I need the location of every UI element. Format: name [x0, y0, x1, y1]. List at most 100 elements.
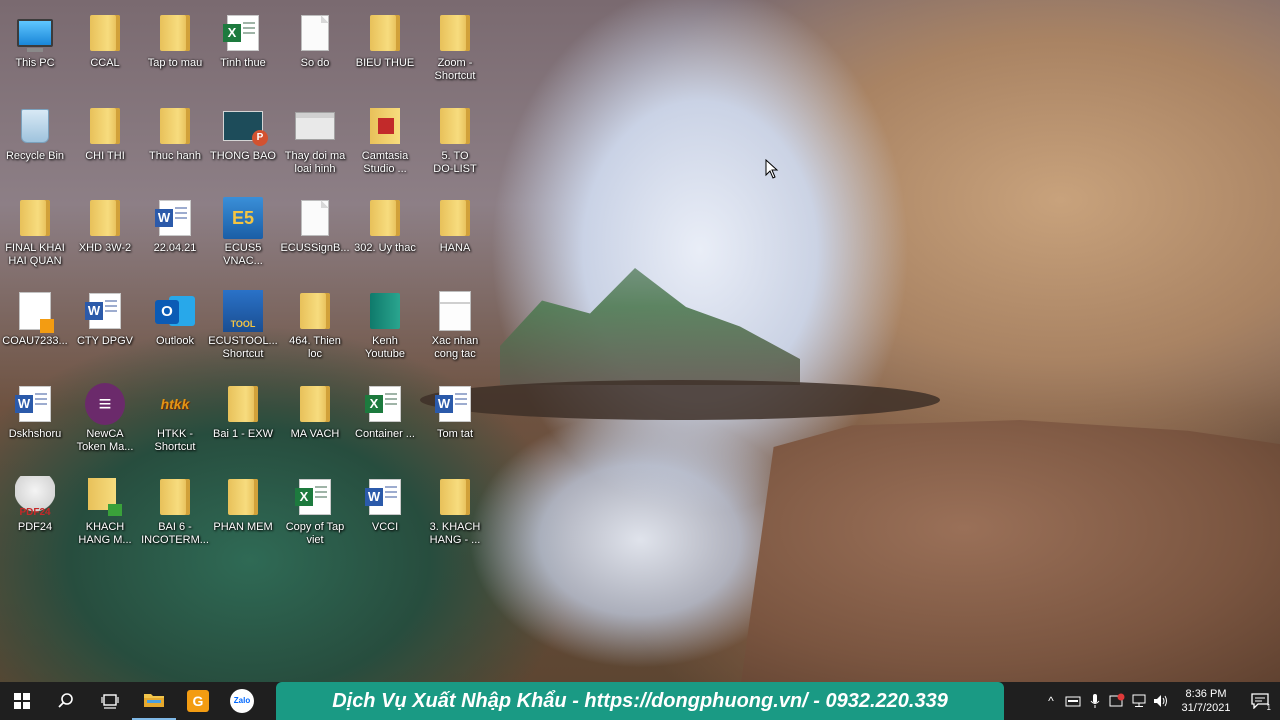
microphone-button[interactable]: [1084, 682, 1106, 720]
excel-file-icon: X: [295, 476, 335, 518]
desktop-icon[interactable]: ECUSSignB...: [280, 191, 350, 277]
word-file-icon: W: [15, 383, 55, 425]
desktop-icon[interactable]: BAI 6 - INCOTERM...: [140, 470, 210, 556]
desktop-icon[interactable]: 302. Uy thac: [350, 191, 420, 277]
input-indicator[interactable]: [1062, 682, 1084, 720]
start-button[interactable]: [0, 682, 44, 720]
desktop-icon[interactable]: X Container ...: [350, 377, 420, 463]
desktop-icon[interactable]: X Tinh thue: [208, 6, 278, 92]
desktop-icon[interactable]: htkk HTKK - Shortcut: [140, 377, 210, 463]
desktop-icon-label: Recycle Bin: [5, 150, 65, 162]
desktop-icon[interactable]: PHAN MEM: [208, 470, 278, 556]
camtasia-folder-icon: [365, 105, 405, 147]
desktop-icon-label: MA VACH: [290, 428, 340, 440]
volume-button[interactable]: [1150, 682, 1172, 720]
network-button[interactable]: [1128, 682, 1150, 720]
folder-icon: [223, 383, 263, 425]
htkk-app-icon: htkk: [160, 396, 190, 412]
folder-icon: [295, 290, 335, 332]
zalo-button[interactable]: Zalo: [220, 682, 264, 720]
desktop-icon[interactable]: Thuc hanh: [140, 99, 210, 185]
desktop-icon[interactable]: HANA: [420, 191, 490, 277]
ecus-app-icon: E5: [223, 197, 263, 239]
desktop-icon[interactable]: MA VACH: [280, 377, 350, 463]
folder-icon: [435, 476, 475, 518]
desktop-icon-label: HANA: [439, 242, 471, 254]
desktop-icon-label: CTY DPGV: [76, 335, 134, 347]
desktop-icon[interactable]: 464. Thien loc: [280, 284, 350, 370]
desktop-icon[interactable]: ≡ NewCA Token Ma...: [70, 377, 140, 463]
promo-banner: Dịch Vụ Xuất Nhập Khẩu - https://dongphu…: [276, 682, 1004, 720]
desktop-icon[interactable]: X Copy of Tap viet: [280, 470, 350, 556]
desktop-icon[interactable]: So do: [280, 6, 350, 92]
speaker-icon: [1154, 695, 1167, 707]
desktop-icon[interactable]: W CTY DPGV: [70, 284, 140, 370]
show-hidden-icons-button[interactable]: ^: [1040, 682, 1062, 720]
recycle-bin-icon: [15, 105, 55, 147]
desktop-icon[interactable]: THONG BAO: [208, 99, 278, 185]
folder-icon: [365, 197, 405, 239]
keyboard-icon: [1065, 696, 1081, 707]
desktop-icon[interactable]: TOOL ECUSTOOL... Shortcut: [208, 284, 278, 370]
desktop-icon[interactable]: COAU7233...: [0, 284, 70, 370]
security-alert-button[interactable]: [1106, 682, 1128, 720]
search-button[interactable]: [44, 682, 88, 720]
clock[interactable]: 8:36 PM 31/7/2021: [1172, 687, 1240, 715]
desktop-icon-label: BIEU THUE: [355, 57, 415, 69]
desktop-icon-label: Dskhshoru: [8, 428, 62, 440]
folder-icon: [85, 197, 125, 239]
desktop-icon[interactable]: Recycle Bin: [0, 99, 70, 185]
folder-icon: [435, 12, 475, 54]
desktop-icon-label: ECUSTOOL... Shortcut: [208, 335, 278, 360]
desktop-icon[interactable]: 3. KHACH HANG - ...: [420, 470, 490, 556]
mouse-cursor-icon: [765, 159, 779, 179]
desktop-icon-label: THONG BAO: [209, 150, 276, 162]
desktop-icon[interactable]: 5. TO DO-LIST: [420, 99, 490, 185]
desktop-icon[interactable]: CCAL: [70, 6, 140, 92]
desktop-icon[interactable]: XHD 3W-2: [70, 191, 140, 277]
desktop-icon-label: COAU7233...: [2, 335, 68, 347]
task-view-button[interactable]: [88, 682, 132, 720]
search-icon: [58, 693, 73, 708]
desktop-icon-label: Outlook: [156, 335, 194, 347]
desktop-icon-label: Tap to mau: [147, 57, 203, 69]
desktop-icon[interactable]: Zoom - Shortcut: [420, 6, 490, 92]
desktop-icon[interactable]: Kenh Youtube: [350, 284, 420, 370]
desktop-icon[interactable]: FINAL KHAI HAI QUAN: [0, 191, 70, 277]
system-tray: ^ 8:36 PM 31/7/2021 1: [1040, 682, 1280, 720]
teal-folder-icon: [365, 290, 405, 332]
ecustool-app-icon: TOOL: [223, 290, 263, 332]
pdf24-icon: PDF24: [15, 476, 55, 518]
folder-icon: [435, 105, 475, 147]
word-file-icon: W: [435, 383, 475, 425]
desktop-icon[interactable]: Tap to mau: [140, 6, 210, 92]
desktop-icon[interactable]: W Dskhshoru: [0, 377, 70, 463]
desktop-icon-label: KHACH HANG M...: [78, 521, 132, 546]
desktop-icon-label: BAI 6 - INCOTERM...: [141, 521, 209, 546]
desktop-icon[interactable]: KHACH HANG M...: [70, 470, 140, 556]
desktop-icon[interactable]: CHI THI: [70, 99, 140, 185]
desktop-icon[interactable]: BIEU THUE: [350, 6, 420, 92]
desktop-icon-label: NewCA Token Ma...: [76, 428, 134, 453]
desktop-icon[interactable]: E5 ECUS5 VNAC...: [208, 191, 278, 277]
desktop-icon[interactable]: W VCCI: [350, 470, 420, 556]
desktop-icon-label: Thay doi ma loai hinh: [284, 150, 346, 175]
desktop-icon[interactable]: Thay doi ma loai hinh: [280, 99, 350, 185]
desktop-icon[interactable]: Bai 1 - EXW: [208, 377, 278, 463]
desktop-icon-label: Tinh thue: [220, 57, 266, 69]
desktop-icon-label: ECUS5 VNAC...: [223, 242, 263, 267]
desktop-icon[interactable]: PDF24 PDF24: [0, 470, 70, 556]
desktop-icon-label: Thuc hanh: [149, 150, 201, 162]
action-center-button[interactable]: 1: [1240, 682, 1280, 720]
desktop-icon[interactable]: This PC: [0, 6, 70, 92]
desktop-icon[interactable]: Xac nhan cong tac: [420, 284, 490, 370]
desktop-icon-label: XHD 3W-2: [78, 242, 132, 254]
word-file-icon: W: [155, 197, 195, 239]
app-g-button[interactable]: G: [176, 682, 220, 720]
desktop-icon[interactable]: O Outlook: [140, 284, 210, 370]
desktop-icon[interactable]: W Tom tat: [420, 377, 490, 463]
desktop-icon-label: 464. Thien loc: [289, 335, 341, 360]
desktop-icon[interactable]: W 22.04.21: [140, 191, 210, 277]
desktop-icon[interactable]: Camtasia Studio ...: [350, 99, 420, 185]
file-explorer-button[interactable]: [132, 682, 176, 720]
